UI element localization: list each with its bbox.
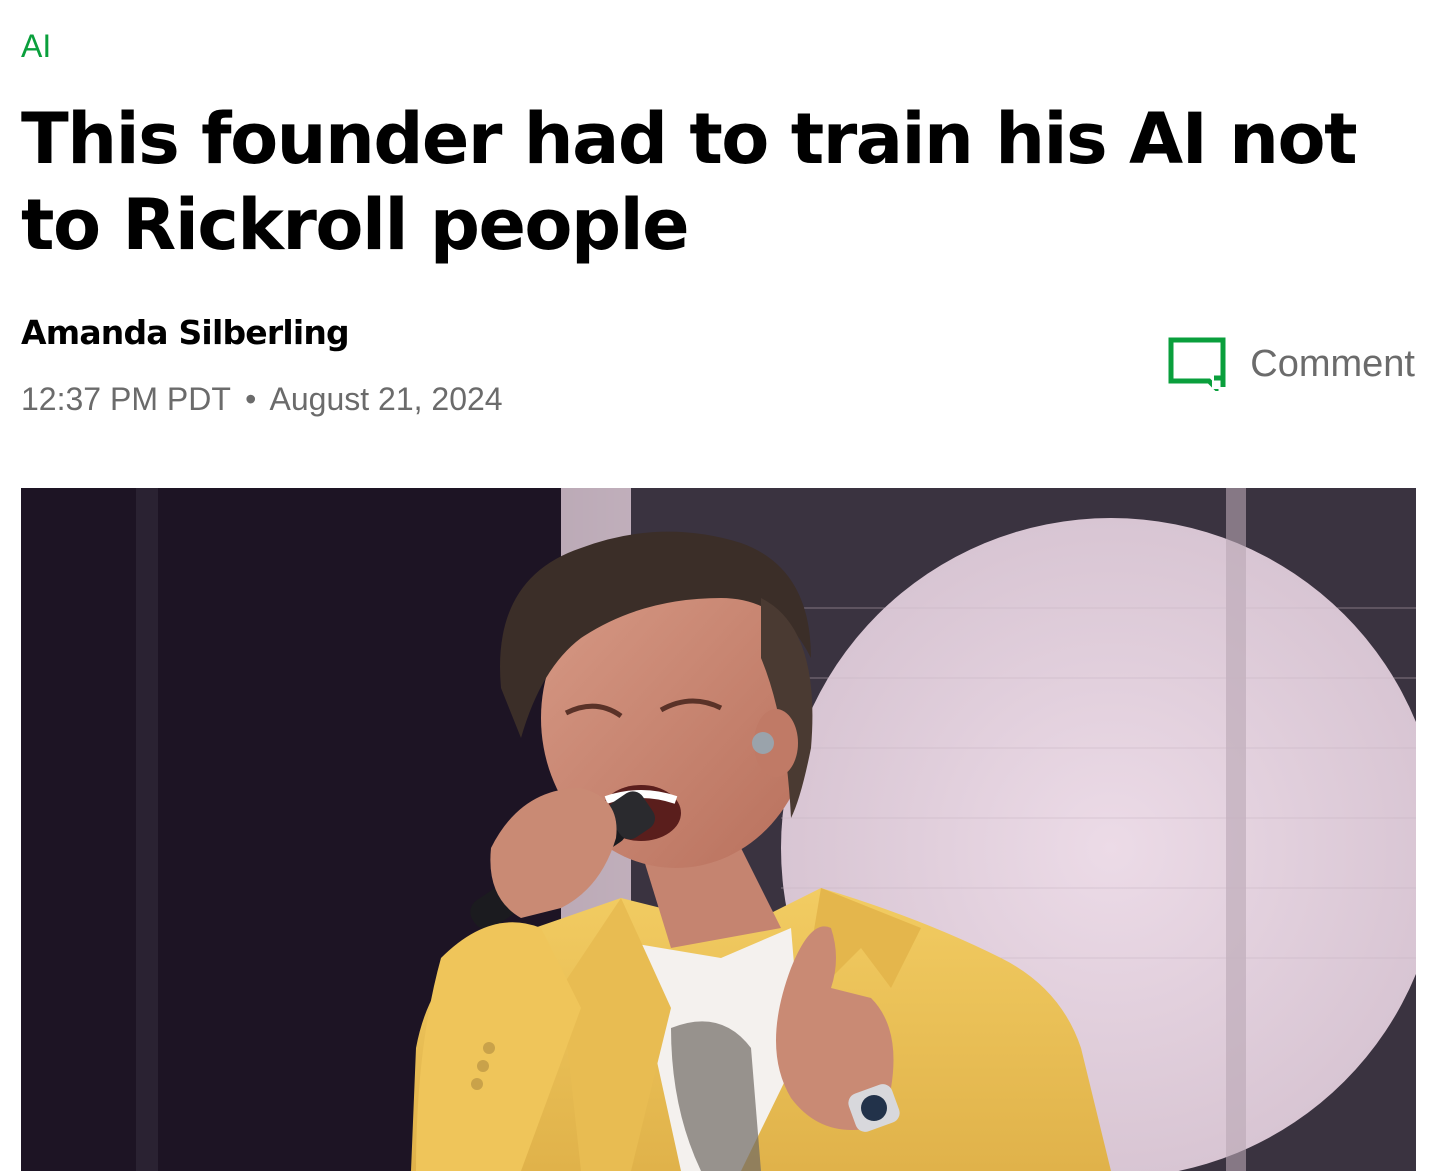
comment-button[interactable]: Comment [1168, 337, 1415, 391]
comment-label: Comment [1250, 342, 1415, 385]
publish-time: 12:37 PM PDT [21, 381, 231, 417]
meta-separator: • [245, 381, 257, 417]
article-headline: This founder had to train his AI not to … [21, 98, 1358, 266]
comment-bubble-icon [1168, 337, 1226, 391]
author-link[interactable]: Amanda Silberling [21, 313, 350, 352]
article-meta: 12:37 PM PDT • August 21, 2024 [21, 381, 503, 418]
category-link[interactable]: AI [21, 28, 51, 65]
hero-image [21, 488, 1416, 1171]
publish-date: August 21, 2024 [269, 381, 503, 417]
